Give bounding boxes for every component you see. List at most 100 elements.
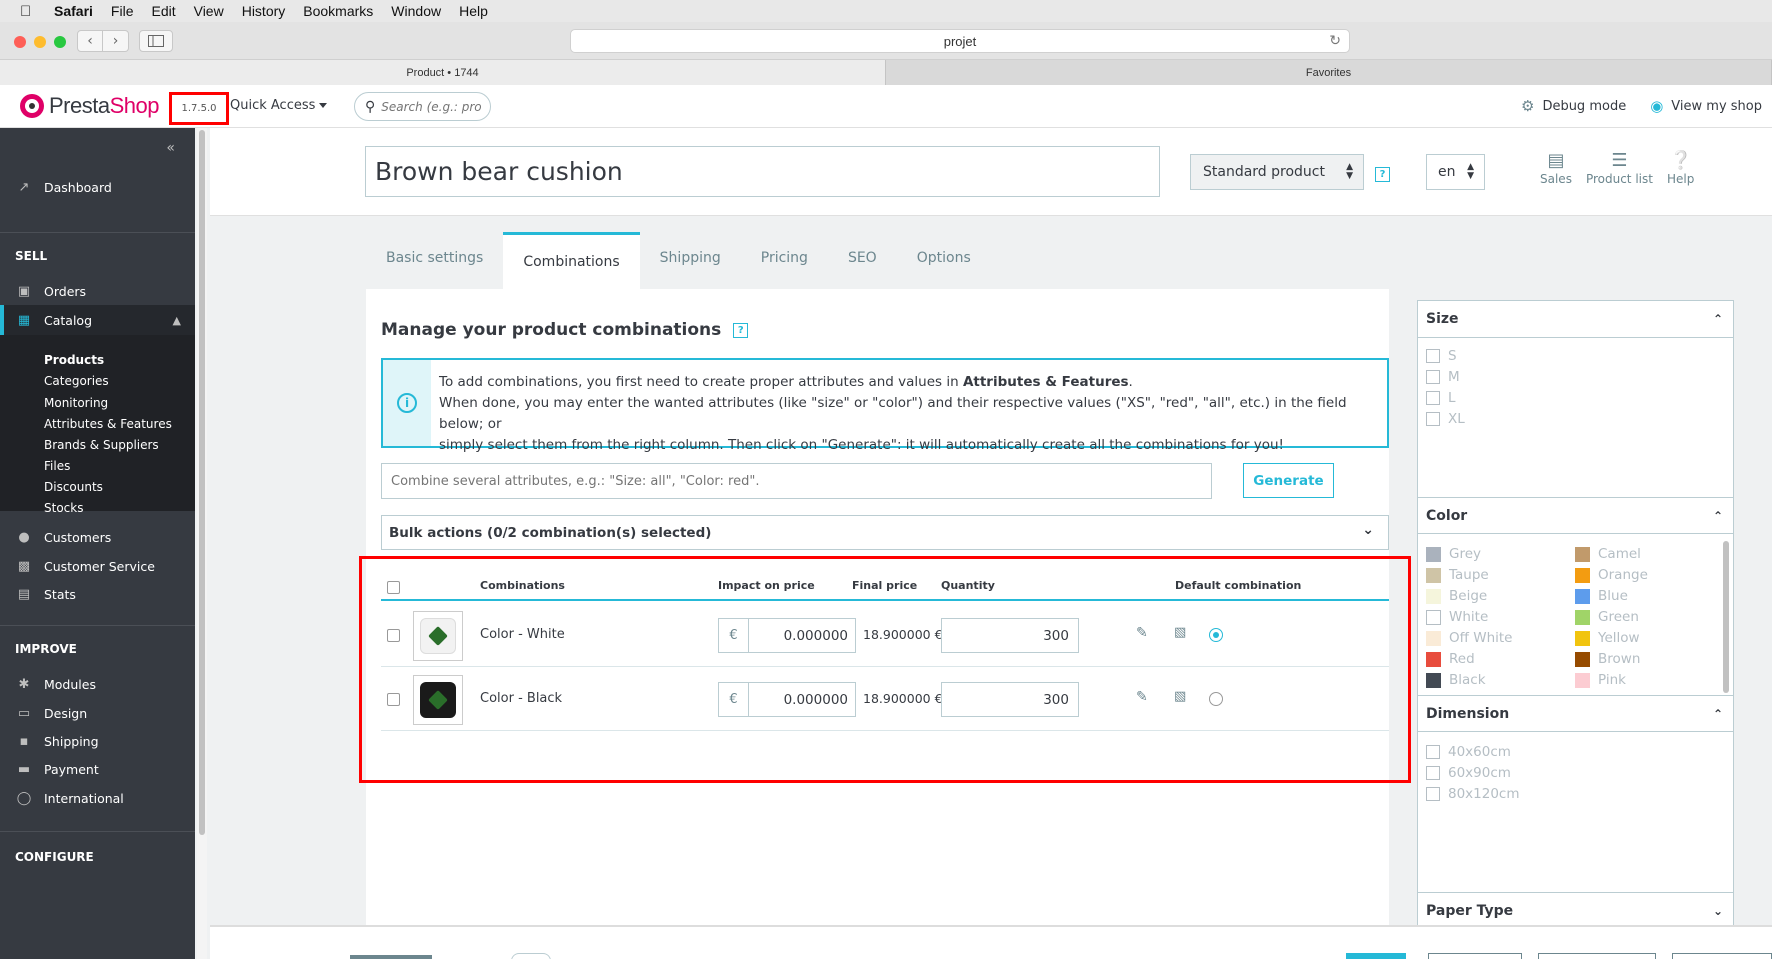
- scrollbar-thumb[interactable]: [199, 130, 205, 835]
- sidebar-subitem-brands[interactable]: Brands & Suppliers: [44, 438, 159, 452]
- sidebar-item-orders[interactable]: ▣ Orders: [0, 276, 195, 306]
- dimension-option-80x120[interactable]: 80x120cm: [1426, 786, 1520, 802]
- color-option-taupe[interactable]: Taupe: [1426, 567, 1489, 583]
- tab-combinations[interactable]: Combinations: [503, 232, 640, 289]
- quick-access-dropdown[interactable]: Quick Access: [230, 98, 328, 113]
- combine-attributes-input[interactable]: [381, 463, 1212, 499]
- color-option-white[interactable]: White: [1426, 609, 1488, 625]
- sales-button[interactable]: ▤ Sales: [1540, 150, 1572, 186]
- color-swatch[interactable]: [1426, 651, 1441, 667]
- zoom-window-button[interactable]: [54, 36, 66, 48]
- sidebar-item-international[interactable]: ◯ International: [0, 783, 195, 813]
- size-option-l[interactable]: L: [1426, 390, 1456, 406]
- color-swatch[interactable]: [1426, 546, 1441, 562]
- product-type-select[interactable]: Standard product ▲ ▼: [1190, 154, 1364, 190]
- help-button[interactable]: ❔ Help: [1667, 150, 1694, 186]
- checkbox[interactable]: [1426, 349, 1440, 363]
- tab-basic-settings[interactable]: Basic settings: [366, 232, 503, 289]
- sidebar-subitem-attributes[interactable]: Attributes & Features: [44, 417, 172, 431]
- product-name-input[interactable]: Brown bear cushion: [365, 146, 1160, 197]
- sidebar-item-customer-service[interactable]: ▩ Customer Service: [0, 551, 195, 581]
- attributes-features-link[interactable]: Attributes & Features: [963, 374, 1129, 390]
- sidebar-item-dashboard[interactable]: ↗ Dashboard: [0, 172, 195, 202]
- color-swatch[interactable]: [1426, 609, 1441, 625]
- color-swatch[interactable]: [1575, 672, 1590, 688]
- menu-file[interactable]: File: [111, 3, 134, 19]
- color-option-grey[interactable]: Grey: [1426, 546, 1481, 562]
- apple-icon[interactable]: : [20, 3, 36, 20]
- size-option-xl[interactable]: XL: [1426, 411, 1465, 427]
- back-button[interactable]: ‹: [77, 30, 103, 52]
- prestashop-logo[interactable]: PrestaShop: [20, 93, 159, 119]
- size-section-toggle[interactable]: Size ⌃: [1418, 301, 1733, 338]
- menu-history[interactable]: History: [242, 3, 286, 19]
- search-icon[interactable]: ⚲: [365, 99, 375, 115]
- close-window-button[interactable]: [14, 36, 26, 48]
- color-option-off-white[interactable]: Off White: [1426, 630, 1512, 646]
- checkbox[interactable]: [1426, 412, 1440, 426]
- preview-button[interactable]: [1428, 953, 1522, 959]
- view-shop-link[interactable]: ◉ View my shop: [1650, 97, 1762, 115]
- sidebar-item-catalog[interactable]: ▦ Catalog ▲: [0, 305, 195, 335]
- sidebar-subitem-products[interactable]: Products: [44, 353, 104, 367]
- help-icon[interactable]: ?: [733, 322, 749, 338]
- delete-button[interactable]: [350, 955, 432, 959]
- sidebar-toggle-button[interactable]: [139, 30, 173, 52]
- color-swatch[interactable]: [1426, 567, 1441, 583]
- url-bar[interactable]: projet ↻: [570, 29, 1350, 53]
- debug-mode-link[interactable]: ⚙ Debug mode: [1521, 97, 1626, 115]
- checkbox[interactable]: [1426, 370, 1440, 384]
- go-to-catalog-button[interactable]: [1672, 953, 1772, 959]
- size-option-m[interactable]: M: [1426, 369, 1460, 385]
- forward-button[interactable]: ›: [103, 30, 129, 52]
- menu-edit[interactable]: Edit: [151, 3, 175, 19]
- color-option-pink[interactable]: Pink: [1575, 672, 1626, 688]
- color-swatch[interactable]: [1426, 672, 1441, 688]
- sidebar-item-payment[interactable]: ▬ Payment: [0, 754, 195, 784]
- color-option-green[interactable]: Green: [1575, 609, 1639, 625]
- menu-safari[interactable]: Safari: [54, 3, 93, 19]
- dimension-option-40x60[interactable]: 40x60cm: [1426, 744, 1511, 760]
- color-swatch[interactable]: [1575, 630, 1590, 646]
- help-icon[interactable]: ?: [1375, 167, 1390, 182]
- color-option-blue[interactable]: Blue: [1575, 588, 1628, 604]
- sidebar-subitem-monitoring[interactable]: Monitoring: [44, 396, 108, 410]
- checkbox[interactable]: [1426, 745, 1440, 759]
- color-swatch[interactable]: [1575, 588, 1590, 604]
- paper-type-section-toggle[interactable]: Paper Type ⌄: [1418, 892, 1733, 928]
- color-scrollbar[interactable]: [1723, 541, 1729, 693]
- browser-tab-favorites[interactable]: Favorites: [886, 60, 1772, 85]
- online-toggle[interactable]: [511, 953, 551, 959]
- color-option-black[interactable]: Black: [1426, 672, 1486, 688]
- bulk-actions-toggle[interactable]: Bulk actions (0/2 combination(s) selecte…: [381, 515, 1389, 550]
- tab-options[interactable]: Options: [897, 232, 991, 289]
- color-option-yellow[interactable]: Yellow: [1575, 630, 1640, 646]
- checkbox[interactable]: [1426, 391, 1440, 405]
- search-input[interactable]: [381, 99, 482, 114]
- product-list-button[interactable]: ☰ Product list: [1586, 150, 1653, 186]
- sidebar-subitem-discounts[interactable]: Discounts: [44, 480, 103, 494]
- color-swatch[interactable]: [1575, 546, 1590, 562]
- color-swatch[interactable]: [1426, 588, 1441, 604]
- sidebar-scrollbar[interactable]: [197, 128, 207, 959]
- color-option-orange[interactable]: Orange: [1575, 567, 1648, 583]
- browser-tab-product[interactable]: Product • 1744: [0, 60, 886, 85]
- color-swatch[interactable]: [1575, 651, 1590, 667]
- checkbox[interactable]: [1426, 787, 1440, 801]
- sidebar-item-design[interactable]: ▭ Design: [0, 698, 195, 728]
- reload-icon[interactable]: ↻: [1329, 32, 1341, 49]
- color-swatch[interactable]: [1426, 630, 1441, 646]
- language-select[interactable]: en ▲ ▼: [1426, 154, 1485, 190]
- tab-shipping[interactable]: Shipping: [640, 232, 741, 289]
- size-option-s[interactable]: S: [1426, 348, 1457, 364]
- sidebar-item-modules[interactable]: ✱ Modules: [0, 669, 195, 699]
- color-swatch[interactable]: [1575, 609, 1590, 625]
- collapse-sidebar-icon[interactable]: «: [166, 140, 175, 156]
- sidebar-subitem-stocks[interactable]: Stocks: [44, 501, 83, 515]
- color-option-camel[interactable]: Camel: [1575, 546, 1641, 562]
- sidebar-subitem-categories[interactable]: Categories: [44, 374, 109, 388]
- sidebar-item-stats[interactable]: ▤ Stats: [0, 579, 195, 609]
- color-swatch[interactable]: [1575, 567, 1590, 583]
- sidebar-subitem-files[interactable]: Files: [44, 459, 70, 473]
- minimize-window-button[interactable]: [34, 36, 46, 48]
